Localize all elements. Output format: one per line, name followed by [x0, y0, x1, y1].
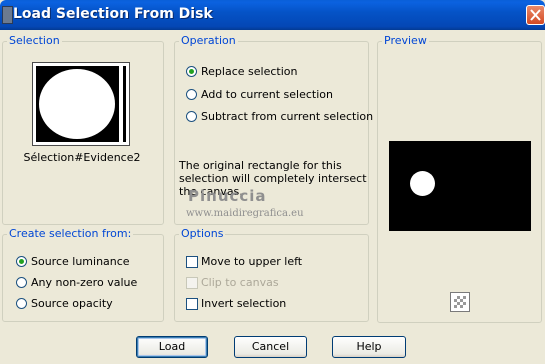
title-bar[interactable]: Load Selection From Disk	[0, 0, 545, 30]
radio-button[interactable]	[16, 277, 27, 288]
close-button[interactable]	[526, 5, 545, 25]
options-legend: Options	[179, 227, 226, 240]
thumbnail-label: Sélection#Evidence2	[23, 151, 141, 164]
option-label: Replace selection	[201, 65, 298, 78]
watermark-name: Pinuccia	[188, 187, 267, 205]
option-label: Clip to canvas	[201, 276, 279, 289]
close-x-icon	[530, 9, 541, 21]
transparency-toggle-button[interactable]	[450, 292, 470, 312]
option-label: Source opacity	[31, 297, 113, 310]
preview-image	[389, 141, 531, 231]
option-label: Move to upper left	[201, 255, 303, 268]
option-label: Source luminance	[31, 255, 130, 268]
thumbnail-bar	[119, 66, 123, 142]
checkbox	[186, 277, 198, 289]
window-title: Load Selection From Disk	[13, 6, 213, 22]
paint-shop-pro-icon	[2, 6, 13, 24]
radio-button[interactable]	[186, 66, 197, 77]
operation-legend: Operation	[179, 34, 238, 47]
load-button[interactable]: Load	[136, 336, 208, 358]
radio-button[interactable]	[16, 298, 27, 309]
option-label: Any non-zero value	[31, 276, 138, 289]
preview-circle	[410, 171, 435, 196]
cancel-button[interactable]: Cancel	[234, 336, 307, 358]
checkerboard-icon	[454, 296, 466, 308]
selection-thumbnail[interactable]	[32, 62, 130, 146]
radio-button[interactable]	[186, 89, 197, 100]
create-from-legend: Create selection from:	[7, 227, 134, 240]
checkbox[interactable]	[186, 298, 198, 310]
radio-button[interactable]	[16, 256, 27, 267]
thumbnail-image	[36, 66, 126, 142]
help-button[interactable]: Help	[332, 336, 406, 358]
radio-button[interactable]	[186, 111, 197, 122]
thumbnail-circle	[39, 69, 115, 139]
selection-legend: Selection	[7, 34, 62, 47]
checkbox[interactable]	[186, 256, 198, 268]
option-label: Subtract from current selection	[201, 110, 374, 123]
option-label: Add to current selection	[201, 88, 333, 101]
option-label: Invert selection	[201, 297, 287, 310]
watermark-url: www.maidiregrafica.eu	[186, 208, 304, 219]
preview-legend: Preview	[382, 34, 429, 47]
